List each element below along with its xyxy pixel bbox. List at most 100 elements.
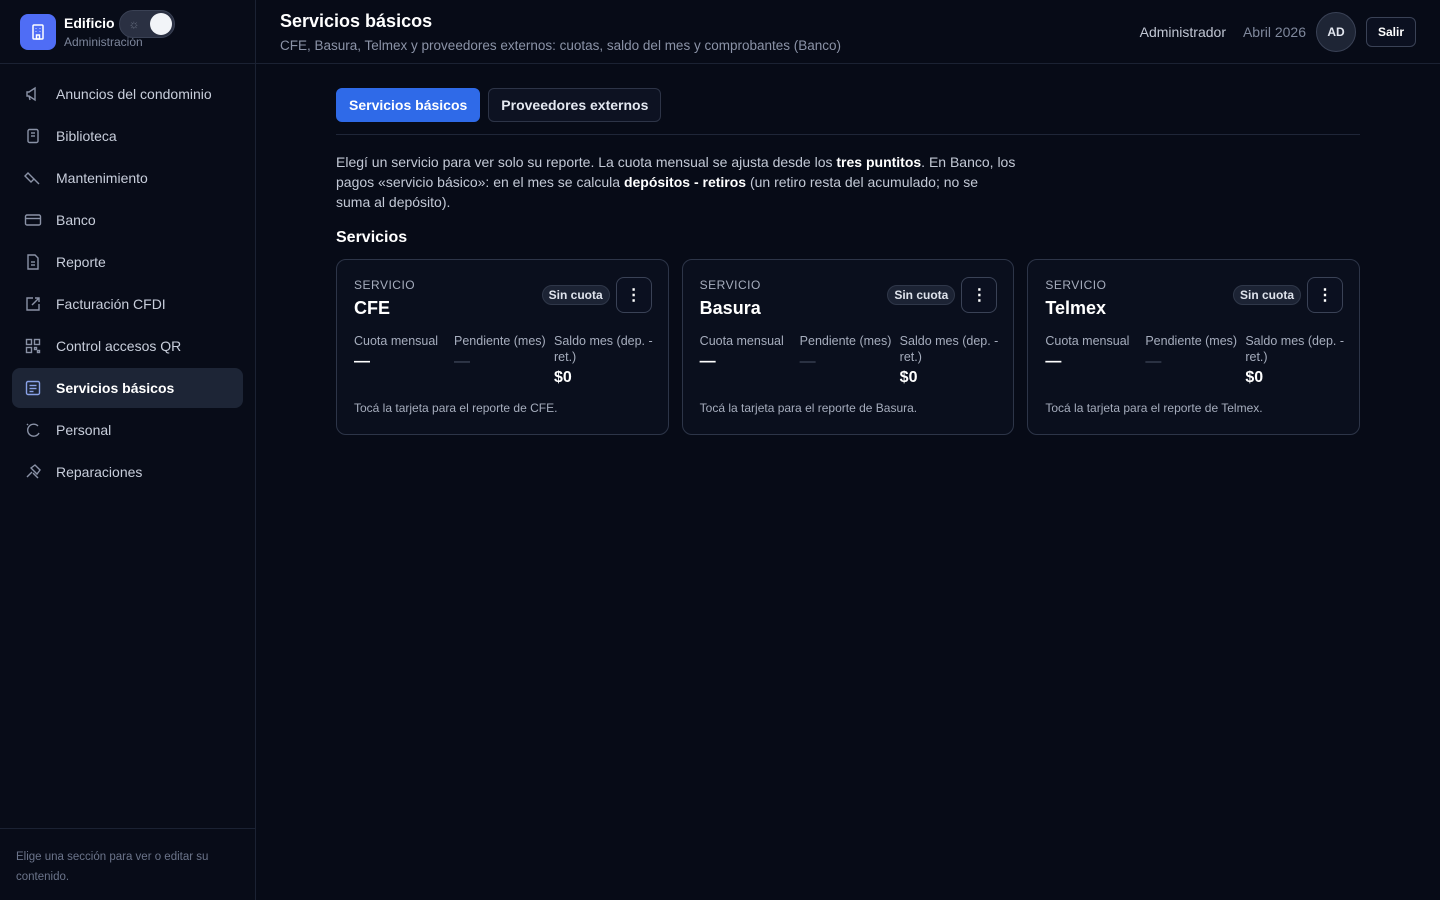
sidebar-footer-hint: Elige una sección para ver o editar su c… bbox=[0, 828, 256, 900]
toggle-knob bbox=[150, 13, 172, 35]
sidebar-item-personal[interactable]: Personal bbox=[12, 410, 243, 450]
stat-label: Cuota mensual bbox=[354, 334, 439, 348]
dots-vertical-icon: ⋮ bbox=[1317, 287, 1334, 304]
qr-icon bbox=[24, 337, 42, 355]
sidebar-item-label: Reporte bbox=[56, 254, 106, 270]
stat-value: $0 bbox=[1245, 369, 1264, 386]
sidebar-item-label: Anuncios del condominio bbox=[56, 86, 212, 102]
stat-value: $0 bbox=[899, 369, 918, 386]
top-header: Servicios básicos CFE, Basura, Telmex y … bbox=[256, 0, 1440, 64]
sidebar-item-label: Biblioteca bbox=[56, 128, 117, 144]
sidebar: Edificio Administración ☼ Anuncios del c… bbox=[0, 0, 256, 900]
sidebar-item-facturacion[interactable]: Facturación CFDI bbox=[12, 284, 243, 324]
page-subtitle: CFE, Basura, Telmex y proveedores extern… bbox=[280, 38, 842, 53]
card-service-name: Basura bbox=[699, 298, 761, 318]
status-badge: Sin cuota bbox=[887, 285, 956, 305]
card-hint: Tocá la tarjeta para el reporte de CFE. bbox=[354, 401, 558, 415]
sidebar-item-label: Control accesos QR bbox=[56, 338, 182, 354]
stat-pending: Pendiente (mes) — bbox=[1145, 333, 1245, 387]
stat-balance: Saldo mes (dep. - ret.) $0 bbox=[1245, 333, 1345, 387]
brand-header: Edificio Administración ☼ bbox=[0, 0, 255, 64]
status-badge: Sin cuota bbox=[541, 285, 610, 305]
stat-label: Pendiente (mes) bbox=[454, 334, 546, 348]
service-card-basura[interactable]: SERVICIO Basura Sin cuota ⋮ Cuota mensua… bbox=[681, 259, 1015, 435]
theme-toggle[interactable]: ☼ bbox=[119, 10, 175, 38]
stat-value: — bbox=[799, 353, 816, 370]
card-service-name: Telmex bbox=[1045, 298, 1107, 318]
stat-quota: Cuota mensual — bbox=[354, 333, 454, 387]
current-period: Abril 2026 bbox=[1242, 24, 1306, 40]
sidebar-item-label: Personal bbox=[56, 422, 112, 438]
sidebar-item-anuncios[interactable]: Anuncios del condominio bbox=[12, 74, 243, 114]
status-badge: Sin cuota bbox=[1233, 285, 1302, 305]
stat-label: Pendiente (mes) bbox=[1145, 334, 1238, 348]
card-stats: Cuota mensual — Pendiente (mes) — Saldo … bbox=[1045, 333, 1345, 387]
stat-quota: Cuota mensual — bbox=[700, 333, 800, 387]
document-icon bbox=[24, 253, 42, 271]
intro-emphasis: tres puntitos bbox=[836, 154, 922, 170]
book-icon bbox=[24, 127, 42, 145]
avatar[interactable]: AD bbox=[1316, 12, 1356, 52]
intro-text: Elegí un servicio para ver solo su repor… bbox=[336, 152, 1016, 212]
more-options-button[interactable]: ⋮ bbox=[961, 277, 998, 313]
page-title: Servicios básicos bbox=[280, 11, 433, 31]
user-role: Administrador bbox=[1139, 24, 1226, 40]
stat-value: — bbox=[699, 353, 716, 370]
sidebar-item-reporte[interactable]: Reporte bbox=[12, 242, 243, 282]
sidebar-item-reparaciones[interactable]: Reparaciones bbox=[12, 452, 243, 492]
sidebar-item-label: Banco bbox=[56, 212, 96, 228]
card-kicker: SERVICIO bbox=[354, 278, 416, 292]
stat-value: — bbox=[454, 353, 470, 370]
service-card-cfe[interactable]: SERVICIO CFE Sin cuota ⋮ Cuota mensual —… bbox=[336, 259, 669, 435]
stat-balance: Saldo mes (dep. - ret.) $0 bbox=[554, 333, 654, 387]
megaphone-icon bbox=[24, 85, 42, 103]
more-options-button[interactable]: ⋮ bbox=[1307, 277, 1344, 313]
service-card-telmex[interactable]: SERVICIO Telmex Sin cuota ⋮ Cuota mensua… bbox=[1027, 259, 1361, 435]
wrench-icon bbox=[24, 169, 42, 187]
tab-proveedores-externos[interactable]: Proveedores externos bbox=[488, 88, 662, 122]
tab-servicios-basicos[interactable]: Servicios básicos bbox=[336, 88, 481, 122]
sidebar-item-servicios-basicos[interactable]: Servicios básicos bbox=[12, 368, 243, 408]
stat-pending: Pendiente (mes) — bbox=[454, 333, 554, 387]
card-stats: Cuota mensual — Pendiente (mes) — Saldo … bbox=[700, 333, 1000, 387]
sidebar-item-control-qr[interactable]: Control accesos QR bbox=[12, 326, 243, 366]
card-hint: Tocá la tarjeta para el reporte de Basur… bbox=[699, 401, 918, 415]
sidebar-nav: Anuncios del condominio Biblioteca Mante… bbox=[0, 64, 255, 492]
building-icon bbox=[20, 13, 56, 50]
sidebar-item-banco[interactable]: Banco bbox=[12, 200, 243, 240]
hammer-icon bbox=[24, 463, 42, 481]
card-icon bbox=[24, 211, 42, 229]
card-kicker: SERVICIO bbox=[699, 278, 761, 292]
list-icon bbox=[24, 379, 42, 397]
stat-label: Pendiente (mes) bbox=[799, 334, 892, 348]
sidebar-item-label: Servicios básicos bbox=[56, 380, 175, 396]
intro-emphasis: depósitos - retiros bbox=[623, 174, 747, 190]
main-content: Servicios básicos Proveedores externos E… bbox=[336, 88, 1361, 435]
loader-icon bbox=[24, 421, 42, 439]
section-title: Servicios bbox=[336, 229, 408, 246]
stat-value: — bbox=[1145, 353, 1162, 370]
dots-vertical-icon: ⋮ bbox=[971, 287, 988, 304]
sidebar-item-biblioteca[interactable]: Biblioteca bbox=[12, 116, 243, 156]
stat-balance: Saldo mes (dep. - ret.) $0 bbox=[900, 333, 1000, 387]
stat-label: Cuota mensual bbox=[699, 334, 784, 348]
stat-label: Saldo mes (dep. - ret.) bbox=[899, 334, 999, 364]
stat-value: $0 bbox=[554, 369, 572, 386]
sun-icon: ☼ bbox=[128, 17, 140, 31]
service-cards: SERVICIO CFE Sin cuota ⋮ Cuota mensual —… bbox=[336, 259, 1361, 435]
stat-label: Saldo mes (dep. - ret.) bbox=[554, 334, 653, 364]
logout-button[interactable]: Salir bbox=[1366, 17, 1416, 47]
dots-vertical-icon: ⋮ bbox=[625, 287, 642, 304]
sidebar-item-label: Mantenimiento bbox=[56, 170, 148, 186]
tab-bar: Servicios básicos Proveedores externos bbox=[336, 88, 1360, 135]
stat-value: — bbox=[354, 353, 370, 370]
card-stats: Cuota mensual — Pendiente (mes) — Saldo … bbox=[354, 333, 654, 387]
stat-label: Saldo mes (dep. - ret.) bbox=[1245, 334, 1345, 364]
card-hint: Tocá la tarjeta para el reporte de Telme… bbox=[1045, 401, 1263, 415]
sidebar-item-label: Facturación CFDI bbox=[56, 296, 166, 312]
card-kicker: SERVICIO bbox=[1045, 278, 1107, 292]
external-edit-icon bbox=[24, 295, 42, 313]
stat-value: — bbox=[1045, 353, 1062, 370]
more-options-button[interactable]: ⋮ bbox=[615, 277, 652, 313]
sidebar-item-mantenimiento[interactable]: Mantenimiento bbox=[12, 158, 243, 198]
